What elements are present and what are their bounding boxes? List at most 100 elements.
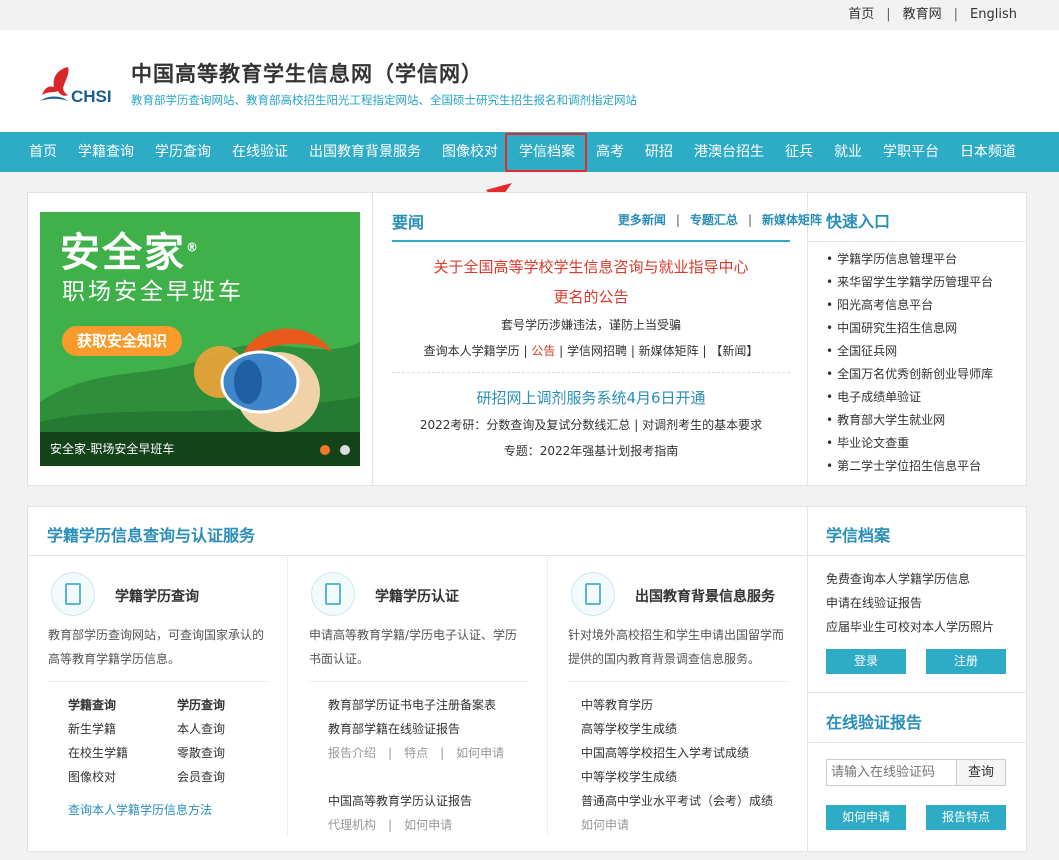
report-features-button[interactable]: 报告特点 <box>926 805 1006 830</box>
announcement-link[interactable]: 公告 <box>531 344 555 358</box>
service-link[interactable]: 学历查询 <box>177 696 225 713</box>
media-matrix-link[interactable]: 新媒体矩阵 <box>762 213 822 227</box>
top-link-home[interactable]: 首页 <box>848 7 874 22</box>
archive-item[interactable]: 免费查询本人学籍学历信息 <box>826 570 970 587</box>
service-link[interactable]: 零散查询 <box>177 744 225 761</box>
nav-item-abroad[interactable]: 出国教育背景服务 <box>309 132 421 172</box>
features-link[interactable]: 特点 <box>404 746 428 760</box>
nav-item-zhengbing[interactable]: 征兵 <box>785 132 813 172</box>
service-desc: 教育部学历查询网站，可查询国家承认的 高等教育学籍学历信息。 <box>48 623 264 671</box>
nav-item-gangaotai[interactable]: 港澳台招生 <box>694 132 764 172</box>
divider: | <box>440 746 445 760</box>
register-button[interactable]: 注册 <box>926 649 1006 674</box>
topics-link[interactable]: 专题汇总 <box>690 213 738 227</box>
quick-item[interactable]: 阳光高考信息平台 <box>826 296 933 313</box>
news-links: 更多新闻 | 专题汇总 | 新媒体矩阵 <box>618 211 822 228</box>
quick-item[interactable]: 电子成绩单验证 <box>826 388 921 405</box>
nav-item-gaokao[interactable]: 高考 <box>596 132 624 172</box>
divider: | <box>747 213 752 227</box>
divider <box>807 507 808 851</box>
how-to-apply-button[interactable]: 如何申请 <box>826 805 906 830</box>
service-title[interactable]: 出国教育背景信息服务 <box>635 586 775 606</box>
carousel-dot[interactable] <box>320 445 330 455</box>
headline-link[interactable]: 关于全国高等学校学生信息咨询与就业指导中心 <box>392 256 790 277</box>
service-link[interactable]: 图像校对 <box>68 768 116 785</box>
service-link[interactable]: 高等学校学生成绩 <box>581 720 677 737</box>
verify-query-button[interactable]: 查询 <box>956 759 1006 786</box>
service-link[interactable]: 在校生学籍 <box>68 744 128 761</box>
login-button[interactable]: 登录 <box>826 649 906 674</box>
service-link[interactable]: 中国高等学校招生入学考试成绩 <box>581 744 749 761</box>
site-title: 中国高等教育学生信息网（学信网） <box>131 62 483 86</box>
headline-link[interactable]: 更名的公告 <box>392 286 790 307</box>
divider <box>28 555 807 556</box>
service-link[interactable]: 本人查询 <box>177 720 225 737</box>
top-link-english[interactable]: English <box>970 7 1017 22</box>
service-link[interactable]: 会员查询 <box>177 768 225 785</box>
quick-item[interactable]: 第二学士学位招生信息平台 <box>826 457 981 474</box>
nav-item-home[interactable]: 首页 <box>29 132 57 172</box>
nav-item-verify[interactable]: 在线验证 <box>232 132 288 172</box>
banner-caption: 安全家-职场安全早班车 <box>40 432 360 466</box>
news-row-text[interactable]: 查询本人学籍学历 | <box>424 344 532 358</box>
report-intro-link[interactable]: 报告介绍 <box>328 746 376 760</box>
sub-links: 报告介绍 | 特点 | 如何申请 <box>328 744 504 761</box>
top-link-edu[interactable]: 教育网 <box>903 7 942 22</box>
divider <box>392 372 790 373</box>
service-title[interactable]: 学籍学历认证 <box>375 586 459 606</box>
quick-item[interactable]: 全国万名优秀创新创业导师库 <box>826 365 993 382</box>
service-link[interactable]: 普通高中学业水平考试（会考）成绩 <box>581 792 773 809</box>
service-link[interactable]: 教育部学历证书电子注册备案表 <box>328 696 496 713</box>
carousel-dot[interactable] <box>340 445 350 455</box>
nav-item-japan[interactable]: 日本频道 <box>960 132 1016 172</box>
verify-title: 在线验证报告 <box>826 713 923 732</box>
nav-item-image[interactable]: 图像校对 <box>442 132 498 172</box>
logo-text: CHSI <box>71 87 112 106</box>
news-row[interactable]: 套号学历涉嫌违法，谨防上当受骗 <box>392 316 790 333</box>
nav-item-xueli[interactable]: 学历查询 <box>155 132 211 172</box>
quick-item[interactable]: 来华留学生学籍学历管理平台 <box>826 273 993 290</box>
nav-item-xueji[interactable]: 学籍查询 <box>78 132 134 172</box>
how-to-apply-link[interactable]: 如何申请 <box>581 816 629 833</box>
how-to-apply-link[interactable]: 如何申请 <box>456 746 504 760</box>
method-link[interactable]: 查询本人学籍学历信息方法 <box>68 801 212 818</box>
more-news-link[interactable]: 更多新闻 <box>618 213 666 227</box>
service-link[interactable]: 中等学校学生成绩 <box>581 768 677 785</box>
background-report-icon <box>571 572 615 616</box>
registered-mark: ® <box>186 240 200 255</box>
quick-item[interactable]: 学籍学历信息管理平台 <box>826 250 957 267</box>
service-link[interactable]: 中国高等教育学历认证报告 <box>328 792 472 809</box>
top-links: 首页 | 教育网 | English <box>848 0 1017 30</box>
archive-item[interactable]: 应届毕业生可校对本人学历照片 <box>826 618 994 635</box>
service-link[interactable]: 中等教育学历 <box>581 696 653 713</box>
chsi-logo[interactable]: CHSI <box>38 65 118 106</box>
agency-link[interactable]: 代理机构 <box>328 818 376 832</box>
nav-item-xuezhi[interactable]: 学职平台 <box>883 132 939 172</box>
service-title[interactable]: 学籍学历查询 <box>115 586 199 606</box>
service-desc: 申请高等教育学籍/学历电子认证、学历 书面认证。 <box>309 623 517 671</box>
how-to-apply-link[interactable]: 如何申请 <box>404 818 452 832</box>
banner-button[interactable]: 获取安全知识 <box>62 326 182 356</box>
promo-banner[interactable]: 安全家® 职场安全早班车 获取安全知识 安全家-职场安全早班车 <box>40 212 360 466</box>
headline-link[interactable]: 研招网上调剂服务系统4月6日开通 <box>392 387 790 408</box>
verify-code-input[interactable] <box>826 759 957 786</box>
nav-item-yanzhao[interactable]: 研招 <box>645 132 673 172</box>
divider <box>808 742 1026 743</box>
site-subtitle: 教育部学历查询网站、教育部高校招生阳光工程指定网站、全国硕士研究生招生报名和调剂… <box>131 93 637 107</box>
archive-item[interactable]: 申请在线验证报告 <box>826 594 922 611</box>
service-link[interactable]: 新生学籍 <box>68 720 116 737</box>
divider: | <box>675 213 680 227</box>
quick-item[interactable]: 全国征兵网 <box>826 342 897 359</box>
quick-item[interactable]: 毕业论文查重 <box>826 434 909 451</box>
news-row[interactable]: 专题：2022年强基计划报考指南 <box>392 442 790 459</box>
news-row-text[interactable]: | 学信网招聘 | 新媒体矩阵 | 【新闻】 <box>555 344 758 358</box>
search-document-icon <box>51 572 95 616</box>
nav-item-jiuye[interactable]: 就业 <box>834 132 862 172</box>
quick-item[interactable]: 教育部大学生就业网 <box>826 411 945 428</box>
news-row[interactable]: 2022考研：分数查询及复试分数线汇总 | 对调剂考生的基本要求 <box>392 416 790 433</box>
service-link[interactable]: 教育部学籍在线验证报告 <box>328 720 460 737</box>
quick-item[interactable]: 中国研究生招生信息网 <box>826 319 957 336</box>
divider: | <box>953 7 959 22</box>
service-link[interactable]: 学籍查询 <box>68 696 116 713</box>
service-desc: 针对境外高校招生和学生申请出国留学而 提供的国内教育背景调查信息服务。 <box>568 623 784 671</box>
